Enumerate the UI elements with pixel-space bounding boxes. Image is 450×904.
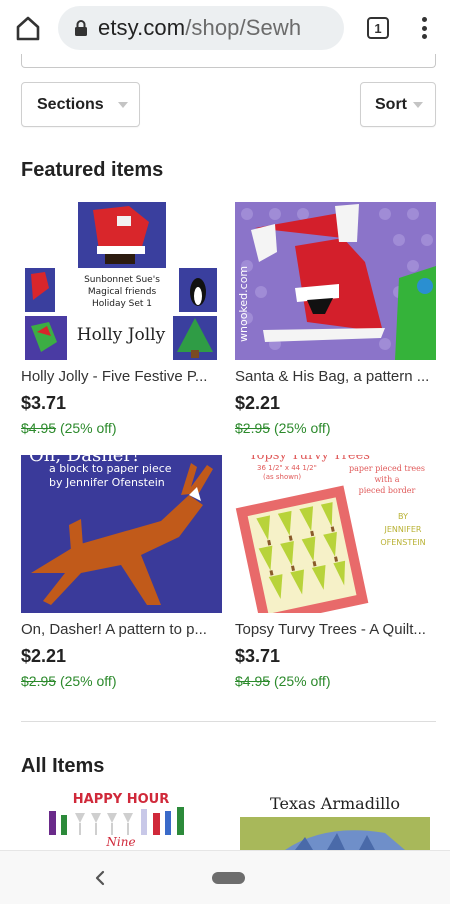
image-caption: BY	[398, 512, 408, 521]
address-bar[interactable]: etsy.com/shop/Sewh	[58, 6, 344, 50]
home-gesture-pill[interactable]	[212, 872, 245, 884]
listing-discount: $2.95 (25% off)	[21, 673, 222, 689]
image-caption: OFENSTEIN	[380, 538, 425, 547]
overflow-menu-icon[interactable]	[418, 14, 430, 42]
listing-discount: $4.95 (25% off)	[235, 673, 436, 689]
image-caption: Magical friends	[88, 287, 157, 297]
image-caption: Topsy Turvy Trees	[249, 455, 370, 463]
listing-title[interactable]: On, Dasher! A pattern to p...	[21, 621, 222, 638]
image-caption: with a	[374, 475, 399, 484]
system-navigation-bar	[0, 850, 450, 904]
original-price: $4.95	[235, 673, 271, 689]
listing-price: $3.71	[21, 393, 67, 413]
image-caption: Texas Armadillo	[270, 794, 400, 813]
tab-count: 1	[374, 20, 382, 36]
listing-card[interactable]: Topsy Turvy Trees 36 1/2" x 44 1/2" (as …	[235, 455, 436, 689]
listing-card[interactable]: On, Dasher! a block to paper piece by Je…	[21, 455, 222, 689]
lock-icon	[75, 20, 87, 36]
original-price: $2.95	[235, 420, 271, 436]
listing-title[interactable]: Santa & His Bag, a pattern ...	[235, 368, 436, 385]
back-icon[interactable]	[92, 869, 108, 887]
listing-title[interactable]: Holly Jolly - Five Festive P...	[21, 368, 222, 385]
image-caption: HAPPY HOUR	[73, 793, 169, 807]
chevron-down-icon	[117, 101, 128, 108]
section-divider	[21, 721, 436, 722]
listing-image[interactable]: Topsy Turvy Trees 36 1/2" x 44 1/2" (as …	[235, 455, 436, 613]
listing-image[interactable]: Sunbonnet Sue's Magical friends Holiday …	[21, 202, 222, 360]
image-caption: 36 1/2" x 44 1/2"	[257, 464, 317, 472]
browser-toolbar: etsy.com/shop/Sewh 1	[0, 0, 450, 56]
image-caption: Nine	[105, 835, 135, 849]
listing-price: $2.21	[21, 646, 67, 666]
discount-percent: (25% off)	[59, 420, 117, 436]
listing-image[interactable]: HAPPY HOUR Nine	[21, 793, 222, 850]
original-price: $2.95	[21, 673, 57, 689]
all-items-heading: All Items	[21, 755, 105, 777]
sort-dropdown[interactable]: Sort	[360, 82, 436, 127]
image-caption: (as shown)	[263, 473, 301, 481]
image-caption: pieced border	[359, 486, 416, 495]
chevron-down-icon	[413, 101, 423, 108]
listing-image[interactable]: On, Dasher! a block to paper piece by Je…	[21, 455, 222, 613]
search-box[interactable]	[21, 54, 436, 68]
listing-image[interactable]: wnooked.com	[235, 202, 436, 360]
listing-price: $3.71	[235, 646, 281, 666]
listing-card[interactable]: wnooked.com Santa & His Bag, a pattern .…	[235, 202, 436, 436]
image-caption: Holly Jolly	[77, 325, 166, 345]
image-caption: JENNIFER	[384, 525, 422, 534]
url-text: etsy.com/shop/Sewh	[98, 15, 302, 40]
image-caption: paper pieced trees	[349, 464, 425, 473]
image-caption: Holiday Set 1	[92, 299, 152, 309]
discount-percent: (25% off)	[59, 673, 117, 689]
home-icon[interactable]	[14, 14, 42, 42]
listing-title[interactable]: Topsy Turvy Trees - A Quilt...	[235, 621, 436, 638]
listing-card[interactable]: Sunbonnet Sue's Magical friends Holiday …	[21, 202, 222, 436]
listing-image[interactable]: Texas Armadillo	[235, 793, 436, 850]
image-caption: by Jennifer Ofenstein	[49, 476, 165, 489]
image-caption: Sunbonnet Sue's	[84, 275, 160, 285]
discount-percent: (25% off)	[273, 673, 331, 689]
listing-price: $2.21	[235, 393, 281, 413]
original-price: $4.95	[21, 420, 57, 436]
listing-discount: $4.95 (25% off)	[21, 420, 222, 436]
tab-switcher-button[interactable]: 1	[367, 17, 389, 39]
sections-dropdown[interactable]: Sections	[21, 82, 140, 127]
sections-label: Sections	[37, 95, 104, 113]
listing-discount: $2.95 (25% off)	[235, 420, 436, 436]
image-caption: wnooked.com	[237, 266, 250, 342]
sort-label: Sort	[375, 95, 407, 113]
discount-percent: (25% off)	[273, 420, 331, 436]
image-caption: a block to paper piece	[49, 462, 172, 475]
featured-items-heading: Featured items	[21, 159, 164, 181]
